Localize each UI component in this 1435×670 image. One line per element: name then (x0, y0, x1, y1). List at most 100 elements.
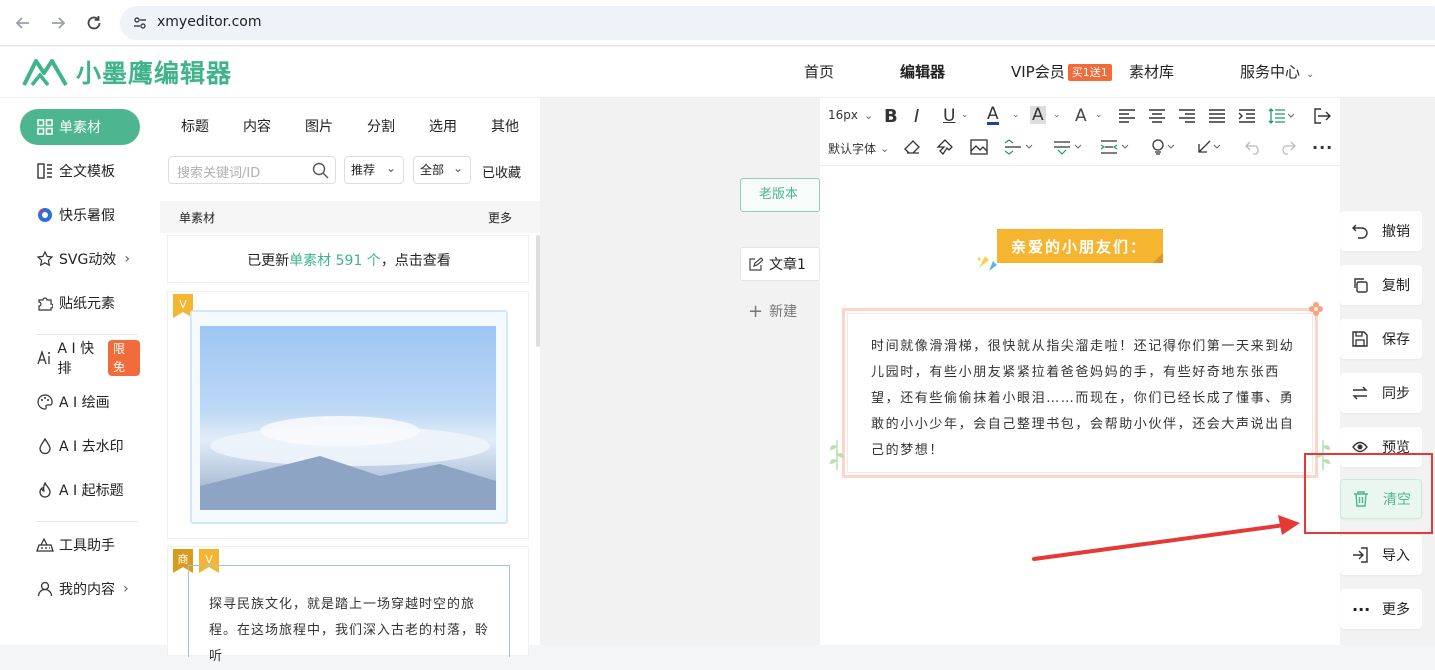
font-size-select[interactable]: 16px ⌄ (828, 108, 873, 122)
text-effect-icon[interactable]: A (1075, 106, 1087, 126)
chevron-down-icon[interactable]: ⌄ (1012, 110, 1020, 120)
nav-service[interactable]: 服务中心 ⌄ (1240, 47, 1314, 98)
copy-button[interactable]: 复制 (1340, 265, 1422, 305)
body-text: 时间就像滑滑梯，很快就从指尖溜走啦！还记得你们第一天来到幼儿园时，有些小朋友紧紧… (871, 339, 1295, 458)
sky-cloud-image (200, 326, 496, 510)
copy-icon (1352, 276, 1370, 294)
sidebar-item-ai-watermark[interactable]: A I 去水印 (20, 428, 140, 464)
search-input[interactable]: 搜索关键词/ID (168, 156, 336, 184)
url-text[interactable]: xmyeditor.com (157, 14, 261, 30)
arrow-down-left-icon[interactable] (1196, 139, 1226, 155)
star-icon (36, 250, 54, 268)
sidebar-item-single-material[interactable]: 单素材 (20, 109, 140, 145)
tab-image[interactable]: 图片 (305, 116, 333, 136)
chevron-down-icon[interactable]: ⌄ (1053, 110, 1061, 120)
sidebar-item-ai-paint[interactable]: A I 绘画 (20, 384, 140, 420)
chevron-down-icon: ⌄ (1306, 69, 1315, 80)
tab-other[interactable]: 其他 (491, 116, 519, 136)
nav-vip[interactable]: VIP会员 买1送1 (1011, 47, 1112, 98)
logo-text: 小墨鹰编辑器 (76, 59, 233, 88)
card-text: 探寻民族文化，就是踏上一场穿越时空的旅程。在这场旅程中，我们深入古老的村落，聆听 (209, 597, 490, 664)
align-left-icon[interactable] (1118, 108, 1136, 124)
browser-toolbar: xmyeditor.com (0, 0, 1435, 46)
sort-dropdown[interactable]: 推荐 ⌄ (344, 156, 404, 184)
align-right-icon[interactable] (1178, 108, 1196, 124)
old-version-button[interactable]: 老版本 (740, 178, 820, 212)
reload-icon[interactable] (84, 13, 104, 33)
text-block-frame: 时间就像滑滑梯，很快就从指尖溜走啦！还记得你们第一天来到幼儿园时，有些小朋友紧紧… (842, 308, 1318, 478)
sidebar-item-stickers[interactable]: 贴纸元素 (20, 285, 140, 321)
tab-content[interactable]: 内容 (243, 116, 271, 136)
more-options-icon[interactable]: ··· (1312, 138, 1333, 157)
chevron-down-icon[interactable]: ⌄ (961, 110, 969, 120)
redo-icon[interactable] (1278, 139, 1296, 155)
save-button[interactable]: 保存 (1340, 319, 1422, 359)
save-label: 保存 (1382, 332, 1410, 348)
align-justify-icon[interactable] (1208, 108, 1226, 124)
material-card-text[interactable]: 商 V 探寻民族文化，就是踏上一场穿越时空的旅程。在这场旅程中，我们深入古老的村… (167, 546, 529, 664)
font-family-select[interactable]: 默认字体 ⌄ (828, 140, 889, 157)
sidebar-item-label: A I 起标题 (59, 483, 124, 499)
logo[interactable]: 小墨鹰编辑器 (22, 57, 233, 88)
forward-icon[interactable] (48, 13, 68, 33)
exit-icon[interactable] (1314, 108, 1332, 124)
section-more-link[interactable]: 更多 (488, 209, 512, 226)
favorites-link[interactable]: 已收藏 (482, 162, 521, 181)
format-brush-icon[interactable] (936, 139, 954, 155)
more-button[interactable]: ··· 更多 (1340, 589, 1422, 629)
margin-icon[interactable] (1100, 139, 1134, 155)
left-sidebar: 单素材 全文模板 快乐暑假 SVG动效 › 贴纸元素 A I 快排 限免 A I… (0, 98, 160, 645)
undo-icon[interactable] (1245, 139, 1263, 155)
material-card-image[interactable]: V (167, 291, 529, 539)
nav-home[interactable]: 首页 (804, 47, 834, 98)
range-value: 全部 (420, 163, 445, 177)
sidebar-item-full-template[interactable]: 全文模板 (20, 153, 140, 189)
cloud-shape (260, 416, 420, 446)
tab-title[interactable]: 标题 (181, 116, 209, 136)
doc-tab[interactable]: 文章1 (740, 247, 820, 281)
search-icon[interactable] (312, 162, 329, 179)
spacing-icon[interactable] (1004, 139, 1038, 155)
sidebar-item-label: A I 绘画 (59, 395, 110, 411)
undo-button[interactable]: 撤销 (1340, 211, 1422, 251)
italic-icon[interactable]: I (914, 106, 919, 127)
font-color-icon[interactable]: A (987, 106, 999, 125)
line-height-icon[interactable] (1268, 108, 1294, 124)
undo-label: 撤销 (1382, 224, 1410, 240)
old-version-label: 老版本 (759, 187, 799, 202)
import-label: 导入 (1382, 548, 1410, 564)
sidebar-item-label: 贴纸元素 (59, 296, 115, 312)
sidebar-item-my-content[interactable]: 我的内容 › (20, 571, 140, 607)
highlight-color-icon[interactable]: A (1030, 106, 1046, 124)
underline-icon[interactable]: U (943, 106, 955, 126)
back-icon[interactable] (13, 13, 33, 33)
tab-divider[interactable]: 分割 (367, 116, 395, 136)
sync-icon (1352, 384, 1370, 402)
eraser-icon[interactable] (903, 139, 921, 155)
range-dropdown[interactable]: 全部 ⌄ (413, 156, 471, 184)
bold-icon[interactable]: B (884, 106, 898, 127)
update-link[interactable]: 单素材 591 个 (289, 253, 381, 269)
update-notice[interactable]: 已更新单素材 591 个，点击查看 (167, 235, 529, 283)
sidebar-item-summer[interactable]: 快乐暑假 (20, 197, 140, 233)
sidebar-item-ai-title[interactable]: A I 起标题 (20, 472, 140, 508)
import-button[interactable]: 导入 (1340, 535, 1422, 575)
address-bar[interactable]: xmyeditor.com (120, 6, 1435, 40)
chevron-down-icon[interactable]: ⌄ (1095, 110, 1103, 120)
site-settings-icon[interactable] (132, 15, 148, 31)
sidebar-item-svg[interactable]: SVG动效 › (20, 241, 140, 277)
sync-button[interactable]: 同步 (1340, 373, 1422, 413)
new-doc-button[interactable]: + 新建 (740, 294, 820, 328)
nav-materials[interactable]: 素材库 (1129, 47, 1174, 98)
indent-icon[interactable] (1238, 108, 1256, 124)
chevron-down-icon: ⌄ (385, 161, 396, 175)
nav-editor[interactable]: 编辑器 (900, 47, 945, 98)
tab-selected[interactable]: 选用 (429, 116, 457, 136)
paragraph-spacing-icon[interactable] (1053, 139, 1087, 155)
bulb-icon[interactable] (1150, 139, 1180, 155)
image-icon[interactable] (970, 139, 988, 155)
ai-icon (36, 349, 53, 367)
sidebar-item-ai-layout[interactable]: A I 快排 限免 (20, 340, 140, 377)
align-center-icon[interactable] (1148, 108, 1166, 124)
sidebar-item-tools[interactable]: 工具助手 (20, 527, 140, 563)
